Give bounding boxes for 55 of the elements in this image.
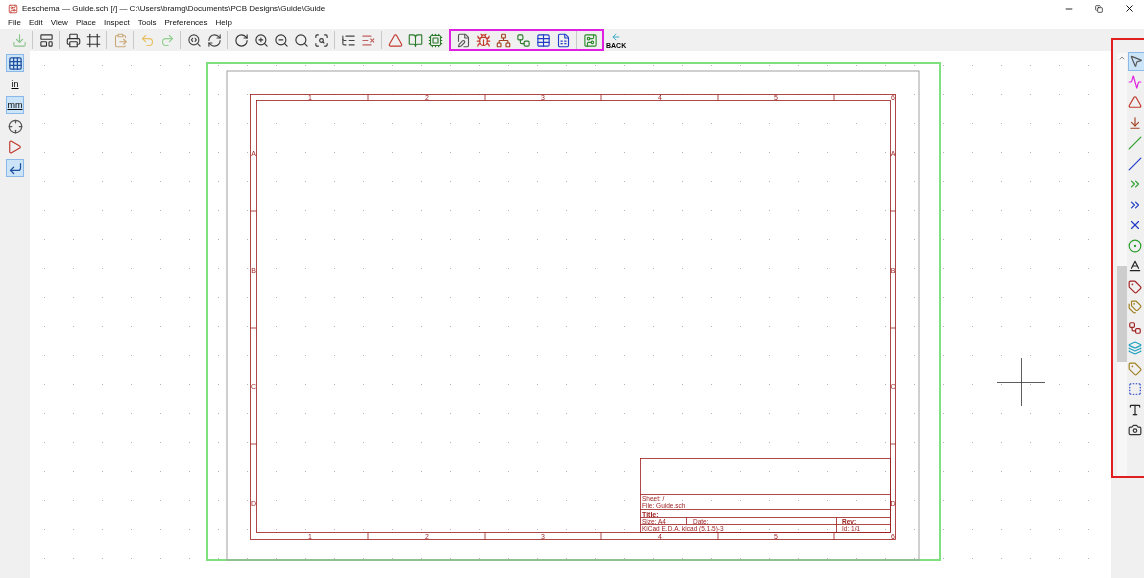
menu-item[interactable]: File	[8, 19, 21, 27]
menu-item[interactable]: Edit	[28, 19, 43, 27]
bug-icon	[475, 32, 491, 48]
type-icon	[1128, 402, 1142, 417]
paste-icon	[112, 32, 128, 48]
camera-icon	[1128, 423, 1142, 438]
zoom-in-icon	[253, 32, 269, 48]
layers-icon	[1128, 341, 1142, 356]
zoom-out-icon	[273, 32, 289, 48]
line-icon	[1128, 136, 1142, 151]
refresh-icon	[233, 32, 249, 48]
pulse-icon	[1128, 74, 1142, 89]
menu-item[interactable]: Place	[75, 19, 96, 27]
toggle-button[interactable]: in	[6, 75, 24, 93]
toggle-button[interactable]	[6, 117, 24, 135]
menu-item[interactable]: Inspect	[103, 19, 130, 27]
scrollbar[interactable]	[1117, 53, 1127, 478]
menu-item[interactable]: Help	[215, 19, 232, 27]
toggle-button[interactable]	[6, 159, 24, 177]
tag-icon	[1128, 279, 1142, 294]
back-arrow-icon	[611, 31, 622, 42]
line-icon	[1128, 156, 1142, 171]
tag-icon	[1128, 361, 1142, 376]
toggle-button[interactable]: mm	[6, 96, 24, 114]
corner-icon	[7, 160, 23, 176]
undo-icon	[139, 32, 155, 48]
dashed-box-icon	[1128, 382, 1142, 397]
annotate-icon	[455, 32, 471, 48]
find-icon	[186, 32, 202, 48]
hierarchy-icon	[340, 32, 356, 48]
close-icon	[1123, 3, 1135, 14]
triangle-icon	[1128, 95, 1142, 110]
window-title: Eeschema — Guide.sch [/] — C:\Users\bramg\Documents\PCB Designs\Guide\Guide	[22, 2, 326, 15]
printer-icon	[65, 32, 81, 48]
zoom-area-icon	[313, 32, 329, 48]
pcb-icon	[582, 32, 598, 48]
menu-item[interactable]: View	[50, 19, 68, 27]
redo-icon	[159, 32, 175, 48]
restore-icon	[1095, 4, 1103, 13]
cursor-icon	[7, 118, 23, 134]
text-icon	[1128, 259, 1142, 274]
junction-icon	[1128, 238, 1142, 253]
download-icon	[11, 32, 27, 48]
scrollbar-thumb[interactable]	[1117, 266, 1127, 362]
scroll-up-icon[interactable]	[1118, 54, 1126, 62]
grid-icon	[7, 55, 23, 71]
toggle-button[interactable]	[6, 54, 24, 72]
zoom-fit-icon	[293, 32, 309, 48]
tags-icon	[1128, 300, 1142, 315]
pointer-icon	[1129, 54, 1143, 69]
table-icon	[535, 32, 551, 48]
crosshair-cursor	[996, 357, 1046, 407]
app-icon	[8, 3, 18, 14]
menu-item[interactable]: Tools	[137, 19, 157, 27]
menu-item[interactable]: Preferences	[164, 19, 208, 27]
